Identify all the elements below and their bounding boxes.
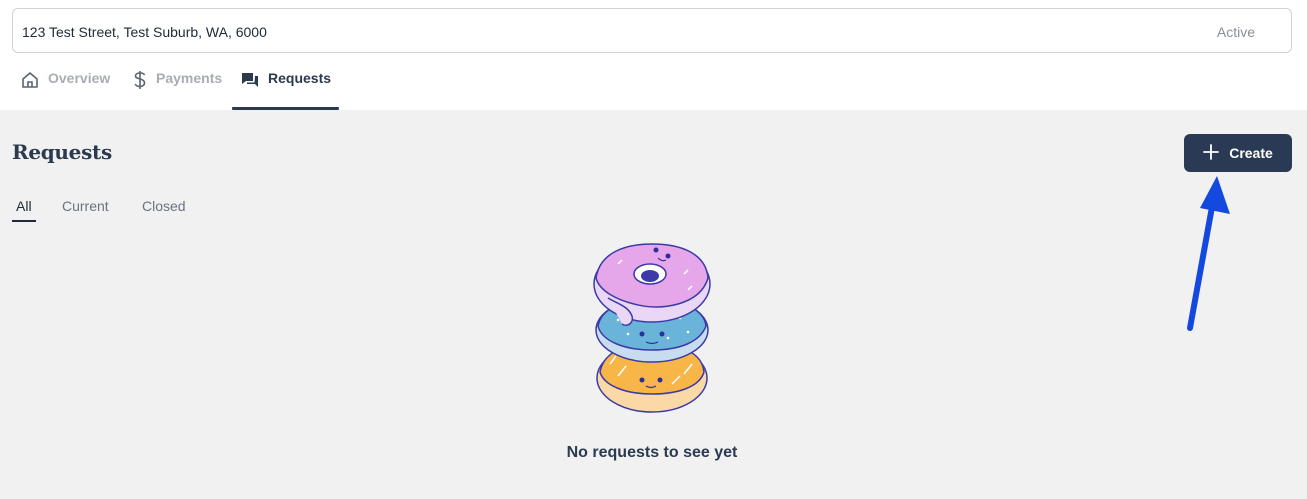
tab-label: Requests	[268, 70, 332, 86]
filter-label: All	[16, 198, 32, 214]
create-button-label: Create	[1229, 145, 1273, 161]
property-header: 123 Test Street, Test Suburb, WA, 6000 A…	[0, 0, 1307, 110]
filter-label: Closed	[142, 198, 186, 214]
active-filter-indicator	[12, 220, 36, 222]
filter-tab-current[interactable]: Current	[62, 198, 109, 214]
filter-tab-all[interactable]: All	[12, 198, 36, 222]
tab-label: Payments	[156, 70, 223, 86]
property-address: 123 Test Street, Test Suburb, WA, 6000	[22, 24, 267, 40]
annotation-arrow	[1187, 176, 1230, 331]
page-title: Requests	[12, 140, 112, 164]
filter-tab-closed[interactable]: Closed	[142, 198, 186, 214]
donut-stack-illustration	[593, 243, 711, 413]
filter-label: Current	[62, 198, 109, 214]
tab-requests[interactable]: Requests	[232, 64, 340, 110]
chat-bubbles-icon	[240, 70, 260, 90]
dollar-icon	[132, 70, 148, 90]
tab-payments[interactable]: Payments	[132, 64, 222, 110]
requests-panel: Requests Create All Current Closed No re…	[0, 110, 1307, 499]
property-selector[interactable]: 123 Test Street, Test Suburb, WA, 6000 A…	[12, 8, 1292, 53]
plus-icon	[1203, 143, 1220, 163]
tab-label: Overview	[48, 70, 111, 86]
empty-state-message: No requests to see yet	[566, 444, 738, 461]
home-icon	[20, 70, 40, 90]
property-status: Active	[1216, 24, 1255, 40]
tab-overview[interactable]: Overview	[20, 64, 110, 110]
create-request-button[interactable]: Create	[1184, 134, 1292, 172]
